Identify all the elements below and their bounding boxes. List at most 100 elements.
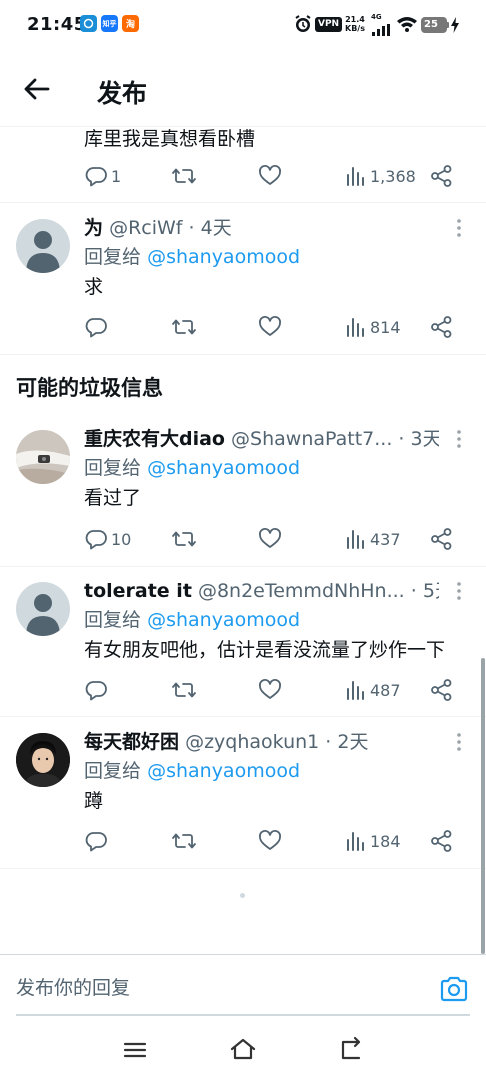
tweet-header: 每天都好困 @zyqhaokun1 · 2天 [84, 729, 439, 755]
share-button[interactable] [430, 526, 454, 552]
retweet-icon [172, 682, 196, 698]
tweet-item[interactable]: 为 @RciWf · 4天 回复给 @shanyaomood 求 814 [0, 203, 486, 353]
reply-button[interactable]: 10 [84, 526, 131, 552]
views-button[interactable]: 814 [345, 314, 401, 340]
tweet-item[interactable]: 每天都好困 @zyqhaokun1 · 2天 回复给 @shanyaomood … [0, 717, 486, 867]
reply-icon [85, 167, 107, 187]
avatar[interactable] [16, 219, 70, 273]
charging-icon [451, 17, 459, 37]
views-button[interactable]: 487 [345, 677, 401, 703]
reply-mention-link[interactable]: @shanyaomood [147, 760, 300, 782]
reply-icon [85, 681, 107, 701]
tweet-item[interactable]: 重庆农有大diao @ShawnaPatt7... · 3天 回复给 @shan… [0, 414, 486, 564]
composer-divider [0, 954, 486, 955]
like-icon [259, 679, 281, 699]
tweet-item[interactable]: tolerate it @8n2eTemmdNhHn... · 5天 回复给 @… [0, 566, 486, 716]
share-icon [431, 679, 452, 701]
like-icon [259, 316, 281, 336]
avatar[interactable] [16, 733, 70, 787]
retweet-button[interactable] [171, 677, 197, 703]
share-button[interactable] [430, 314, 454, 340]
view-count: 1,368 [370, 166, 416, 186]
author-name[interactable]: tolerate it [84, 580, 192, 602]
like-button[interactable] [258, 828, 282, 854]
tweet-text: 库里我是真想看卧槽 [84, 128, 256, 150]
author-handle[interactable]: @zyqhaokun1 [185, 731, 319, 753]
author-handle[interactable]: @ShawnaPatt7... [231, 428, 392, 450]
retweet-button[interactable] [171, 163, 197, 189]
status-bar: 21:45 知乎 淘 VPN 21.4 KB/s 4G 25 [0, 0, 486, 52]
author-name[interactable]: 重庆农有大diao [84, 428, 225, 450]
vpn-badge: VPN [315, 17, 343, 32]
reply-mention-link[interactable]: @shanyaomood [147, 457, 300, 479]
composer-underline [16, 1014, 470, 1016]
tweet-time: 5天 [422, 580, 439, 602]
views-icon [347, 318, 364, 337]
speed-value: 21.4 [345, 15, 365, 24]
cellular-signal-icon: 4G [371, 14, 391, 40]
like-button[interactable] [258, 163, 282, 189]
reply-button[interactable] [84, 828, 111, 854]
tweet-actions: 487 [84, 677, 464, 703]
reply-button[interactable] [84, 314, 111, 340]
share-icon [431, 528, 452, 550]
reply-context: 回复给 @shanyaomood [84, 607, 300, 633]
retweet-button[interactable] [171, 828, 197, 854]
share-icon [431, 830, 452, 852]
author-name[interactable]: 为 [84, 217, 103, 239]
partial-tweet[interactable]: 库里我是真想看卧槽 1 1,368 [0, 126, 486, 202]
author-handle[interactable]: @RciWf [109, 217, 182, 239]
views-button[interactable]: 437 [345, 526, 401, 552]
reply-input[interactable] [16, 962, 416, 1014]
more-icon[interactable] [450, 428, 468, 450]
alarm-icon [294, 14, 312, 34]
views-button[interactable]: 184 [345, 828, 401, 854]
tweet-actions: 10 437 [84, 526, 464, 552]
reply-context: 回复给 @shanyaomood [84, 758, 300, 784]
reply-mention-link[interactable]: @shanyaomood [147, 246, 300, 268]
reply-mention-link[interactable]: @shanyaomood [147, 609, 300, 631]
views-icon [347, 167, 364, 186]
like-icon [259, 165, 281, 185]
like-button[interactable] [258, 677, 282, 703]
retweet-button[interactable] [171, 314, 197, 340]
tweet-actions: 1 1,368 [84, 163, 464, 189]
camera-icon[interactable] [439, 975, 469, 1003]
home-icon[interactable] [229, 1036, 257, 1064]
menu-icon[interactable] [121, 1036, 149, 1064]
share-button[interactable] [430, 163, 454, 189]
avatar[interactable] [16, 430, 70, 484]
battery-tip [447, 22, 449, 28]
avatar[interactable] [16, 582, 70, 636]
tweet-divider [0, 868, 486, 869]
author-name[interactable]: 每天都好困 [84, 731, 179, 753]
like-button[interactable] [258, 526, 282, 552]
more-icon[interactable] [450, 731, 468, 753]
tweet-time: 4天 [200, 217, 232, 239]
reply-context: 回复给 @shanyaomood [84, 244, 300, 270]
scrollbar[interactable] [481, 658, 485, 954]
tweet-text: 蹲 [84, 790, 104, 812]
separator-dot: · [325, 731, 332, 753]
reply-button[interactable]: 1 [84, 163, 121, 189]
like-button[interactable] [258, 314, 282, 340]
author-handle[interactable]: @8n2eTemmdNhHn... [198, 580, 405, 602]
views-icon [347, 832, 364, 851]
retweet-button[interactable] [171, 526, 197, 552]
more-icon[interactable] [450, 580, 468, 602]
back-arrow-icon[interactable] [20, 74, 54, 104]
tweet-text: 有女朋友吧他，估计是看没流量了炒作一下 [84, 639, 446, 661]
share-button[interactable] [430, 828, 454, 854]
retweet-icon [172, 531, 196, 547]
reply-button[interactable] [84, 677, 111, 703]
share-button[interactable] [430, 677, 454, 703]
app-notification-icon [80, 15, 97, 32]
zhihu-app-icon: 知乎 [101, 15, 118, 32]
more-icon[interactable] [450, 217, 468, 239]
back-icon[interactable] [337, 1036, 365, 1064]
network-type: 4G [371, 13, 382, 21]
reply-prefix: 回复给 [84, 609, 142, 631]
like-icon [259, 528, 281, 548]
separator-dot: · [410, 580, 417, 602]
views-button[interactable]: 1,368 [345, 163, 416, 189]
